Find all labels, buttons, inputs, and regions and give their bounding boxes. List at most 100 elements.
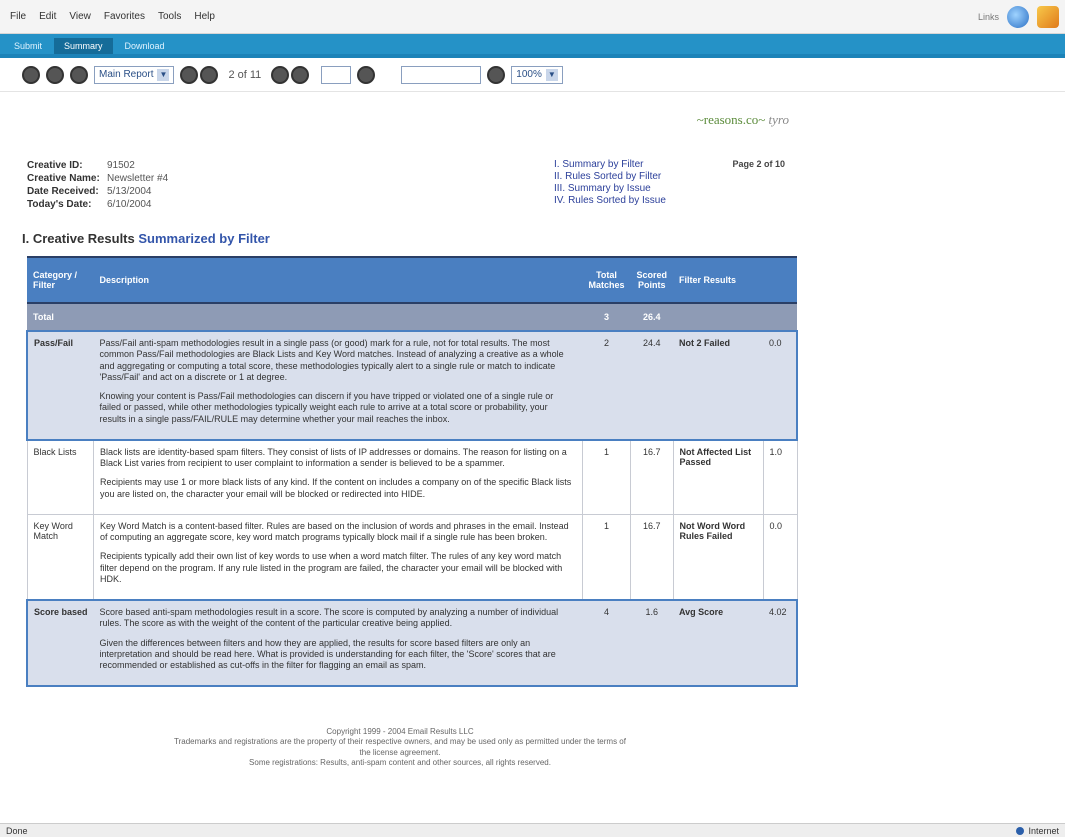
back-icon[interactable] bbox=[46, 65, 64, 84]
row-points: 0.0 bbox=[762, 514, 798, 601]
header-points bbox=[763, 256, 797, 304]
first-page-button[interactable] bbox=[180, 65, 199, 84]
internet-explorer-icon bbox=[1007, 5, 1029, 28]
row-category: Key Word Match bbox=[26, 514, 95, 601]
row-paragraph: Recipients typically add their own list … bbox=[100, 551, 563, 584]
menu-file[interactable]: File bbox=[10, 11, 26, 22]
section-title-plain: Creative Results bbox=[32, 231, 135, 246]
header-results: Filter Results bbox=[673, 256, 763, 304]
row-points: 1.0 bbox=[762, 439, 798, 515]
row-paragraph: Recipients may use 1 or more black lists… bbox=[100, 477, 572, 499]
info-label: Today's Date: bbox=[27, 199, 92, 210]
table-header-row: Category / Filter Description Total Matc… bbox=[27, 256, 797, 304]
total-label: Total bbox=[27, 303, 94, 331]
first-page-icon[interactable] bbox=[22, 65, 40, 84]
tab-summary[interactable]: Summary bbox=[54, 38, 113, 54]
browser-menubar: File Edit View Favorites Tools Help Link… bbox=[0, 0, 1065, 34]
table-row: Pass/Fail Pass/Fail anti-spam methodolog… bbox=[26, 330, 798, 441]
tab-download[interactable]: Download bbox=[115, 38, 175, 54]
row-paragraph: Key Word Match is a content-based filter… bbox=[100, 520, 569, 542]
menu-tools[interactable]: Tools bbox=[158, 11, 181, 22]
report-header: ~reasons.co~ tyro bbox=[22, 92, 797, 157]
row-total: 2 bbox=[582, 330, 631, 441]
row-result: Not Word Word Rules Failed bbox=[672, 514, 764, 601]
row-paragraph: Knowing your content is Pass/Fail method… bbox=[99, 391, 554, 424]
menu-view[interactable]: View bbox=[69, 11, 91, 22]
link-rules-by-issue[interactable]: IV. Rules Sorted by Issue bbox=[554, 195, 666, 206]
windows-logo-icon bbox=[1037, 5, 1059, 28]
links-label[interactable]: Links bbox=[978, 12, 999, 22]
report-page: ~reasons.co~ tyro Creative ID: 91502 Cre… bbox=[22, 92, 798, 688]
brand-logo: ~reasons.co~ tyro bbox=[697, 112, 789, 128]
section-title-accent: Summarized by Filter bbox=[138, 231, 270, 246]
row-paragraph: Score based anti-spam methodologies resu… bbox=[99, 607, 559, 629]
info-label: Creative ID: bbox=[27, 160, 83, 171]
chevron-down-icon: ▼ bbox=[157, 68, 170, 81]
info-value: 91502 bbox=[107, 160, 135, 171]
creative-info: Creative ID: 91502 Creative Name: Newsle… bbox=[22, 157, 797, 227]
row-description: Key Word Match is a content-based filter… bbox=[93, 514, 583, 601]
info-label: Creative Name: bbox=[27, 173, 100, 184]
row-description: Pass/Fail anti-spam methodologies result… bbox=[93, 330, 583, 441]
table-row-total: Total 3 26.4 bbox=[27, 303, 797, 331]
status-text: Done bbox=[6, 825, 28, 836]
menu-help[interactable]: Help bbox=[194, 11, 215, 22]
zone-indicator: Internet bbox=[1016, 826, 1059, 836]
next-page-button[interactable] bbox=[271, 65, 290, 84]
row-result: Not Affected List Passed bbox=[672, 439, 764, 515]
row-category: Score based bbox=[26, 598, 94, 688]
results-table: Category / Filter Description Total Matc… bbox=[26, 256, 798, 688]
info-row: Creative Name: Newsletter #4 bbox=[27, 172, 168, 185]
total-empty bbox=[763, 303, 797, 331]
row-result: Avg Score bbox=[673, 598, 763, 688]
report-select[interactable]: Main Report ▼ bbox=[94, 65, 175, 84]
menu-favorites[interactable]: Favorites bbox=[104, 11, 145, 22]
previous-page-button[interactable] bbox=[200, 65, 219, 84]
row-scored: 1.6 bbox=[630, 598, 673, 688]
header-total: Total Matches bbox=[582, 256, 631, 304]
row-points: 4.02 bbox=[763, 598, 798, 688]
header-scored: Scored Points bbox=[630, 256, 673, 304]
footer-copyright: Copyright 1999 - 2004 Email Results LLC bbox=[326, 727, 474, 736]
row-total: 1 bbox=[581, 514, 631, 601]
row-scored: 16.7 bbox=[629, 514, 674, 601]
zoom-select[interactable]: 100% ▼ bbox=[511, 65, 563, 84]
creative-info-table: Creative ID: 91502 Creative Name: Newsle… bbox=[27, 159, 168, 211]
info-value: 5/13/2004 bbox=[107, 186, 152, 197]
header-description: Description bbox=[93, 256, 583, 304]
row-category: Pass/Fail bbox=[26, 330, 94, 441]
page-number: Page 2 of 10 bbox=[732, 159, 785, 169]
zone-label: Internet bbox=[1028, 825, 1059, 836]
goto-page-input[interactable] bbox=[321, 65, 352, 84]
menu-edit[interactable]: Edit bbox=[39, 11, 56, 22]
row-description: Score based anti-spam methodologies resu… bbox=[93, 598, 583, 688]
table-row: Black Lists Black lists are identity-bas… bbox=[26, 439, 798, 515]
link-rules-by-filter[interactable]: II. Rules Sorted by Filter bbox=[554, 171, 666, 182]
find-input[interactable] bbox=[401, 65, 482, 84]
last-page-button[interactable] bbox=[291, 65, 310, 84]
row-points: 0.0 bbox=[763, 330, 798, 441]
goto-page-button[interactable] bbox=[357, 65, 376, 84]
report-toolbar: Main Report ▼ 2 of 11 100% ▼ bbox=[0, 58, 1065, 92]
table-row: Key Word Match Key Word Match is a conte… bbox=[26, 514, 798, 601]
row-paragraph: Given the differences between filters an… bbox=[99, 637, 556, 671]
info-row: Today's Date: 6/10/2004 bbox=[27, 198, 168, 211]
info-value: 6/10/2004 bbox=[107, 199, 152, 210]
total-matches: 3 bbox=[582, 303, 631, 331]
find-button[interactable] bbox=[487, 65, 506, 84]
row-total: 4 bbox=[582, 598, 631, 688]
zoom-value: 100% bbox=[516, 69, 542, 80]
footer-trademarks: Trademarks and registrations are the pro… bbox=[174, 737, 626, 757]
row-scored: 16.7 bbox=[629, 439, 674, 515]
footer-registrations: Some registrations: Results, anti-spam c… bbox=[249, 758, 551, 768]
tab-submit[interactable]: Submit bbox=[4, 38, 52, 54]
refresh-icon[interactable] bbox=[70, 65, 88, 84]
total-empty bbox=[93, 303, 583, 331]
total-scored: 26.4 bbox=[630, 303, 673, 331]
link-summary-by-issue[interactable]: III. Summary by Issue bbox=[554, 183, 666, 194]
row-paragraph: Black lists are identity-based spam filt… bbox=[100, 446, 567, 468]
row-category: Black Lists bbox=[26, 439, 95, 515]
link-summary-by-filter[interactable]: I. Summary by Filter bbox=[554, 159, 666, 170]
section-links: I. Summary by Filter II. Rules Sorted by… bbox=[554, 159, 666, 207]
chevron-down-icon: ▼ bbox=[545, 68, 558, 81]
